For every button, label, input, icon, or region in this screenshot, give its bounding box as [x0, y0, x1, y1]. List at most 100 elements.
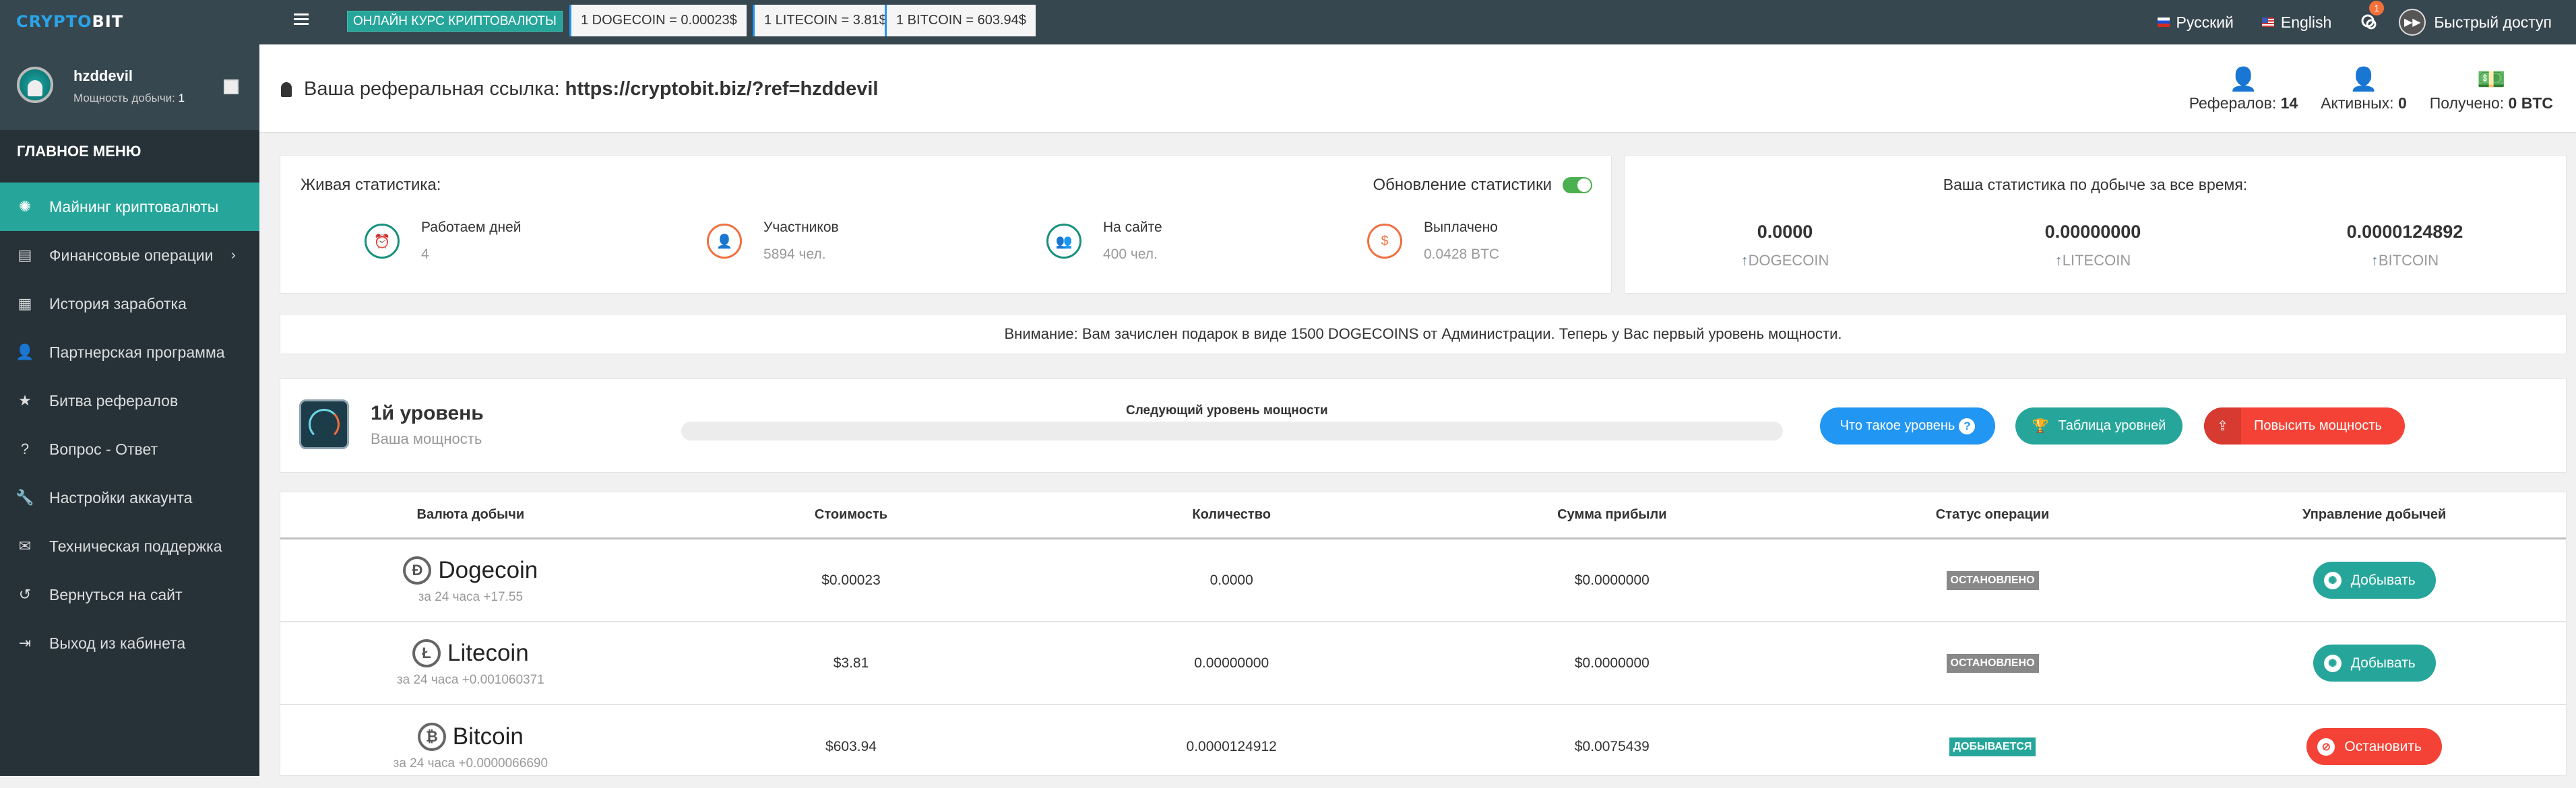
- level-subtitle: Ваша мощность: [371, 430, 482, 447]
- logout-icon: ⇥: [18, 634, 32, 651]
- table-row: Ð Dogecoin за 24 часа +17.55 $0.00023 0.00…: [280, 539, 2566, 622]
- alltime-title: Ваша статистика по добыче за все время:: [1943, 176, 2248, 193]
- lang-english[interactable]: English: [2261, 13, 2331, 32]
- sidebar-item-mining[interactable]: ✺ Майнинг криптовалюты: [0, 183, 259, 231]
- table-header: Валюта добычи Стоимость Количество Сумма…: [280, 492, 2566, 539]
- menu-title: ГЛАВНОЕ МЕНЮ: [17, 143, 142, 160]
- what-is-level-button[interactable]: Что такое уровень?: [1820, 407, 1995, 445]
- question-icon: ?: [1959, 418, 1976, 434]
- aperture-icon: ✺: [2323, 571, 2342, 589]
- sidebar-item-back-to-site[interactable]: ↺ Вернуться на сайт: [0, 570, 259, 619]
- wrench-icon: 🔧: [15, 489, 34, 506]
- user-add-icon: 👤: [2349, 67, 2379, 92]
- messages-button[interactable]: 1: [2360, 1, 2385, 32]
- litecoin-icon: Ł: [412, 638, 441, 667]
- rate-bitcoin: 1 BITCOIN = 603.94$: [885, 5, 1036, 36]
- question-icon: ?: [20, 440, 30, 457]
- top-bar: CRYPTOBIT ОНЛАЙН КУРС КРИПТОВАЛЮТЫ 1 DOG…: [0, 0, 2576, 44]
- aperture-icon: ✺: [2323, 654, 2342, 672]
- arrow-up-icon: ↑: [1740, 252, 1749, 269]
- coins-icon: $: [1367, 224, 1402, 259]
- received-amount: 💵 Получено: 0 BTC: [2430, 65, 2553, 112]
- levels-table-button[interactable]: 🏆 Таблица уровней: [2015, 407, 2182, 445]
- alltime-bitcoin: 0.0000124892 ↑BITCOIN: [2346, 222, 2463, 269]
- sidebar-item-support[interactable]: ✉ Техническая поддержка: [0, 522, 259, 570]
- profile-card-icon[interactable]: [224, 79, 239, 94]
- level-title: 1й уровень: [371, 402, 484, 424]
- user-profile: hzddevil Мощность добычи: 1: [0, 44, 259, 130]
- table-row: Ł Litecoin за 24 часа +0.001060371 $3.81 0…: [280, 622, 2566, 705]
- calendar-icon: ▦: [18, 295, 32, 312]
- status-badge: ОСТАНОВЛЕНО: [1946, 570, 2039, 590]
- hamburger-icon[interactable]: [294, 13, 309, 27]
- sidebar-item-referral-battle[interactable]: ★ Битва рефералов: [0, 376, 259, 425]
- level-progress-bar: [681, 422, 1783, 440]
- sidebar-item-partners[interactable]: 👤 Партнерская программа: [0, 328, 259, 376]
- aperture-icon: ✺: [18, 198, 32, 215]
- lang-russian[interactable]: Русский: [2157, 13, 2234, 32]
- sidebar-item-settings[interactable]: 🔧 Настройки аккаунта: [0, 473, 259, 522]
- start-mining-button[interactable]: ✺ Добывать: [2313, 562, 2436, 599]
- stop-mining-button[interactable]: ⊘ Остановить: [2306, 728, 2442, 765]
- sidebar-item-finance[interactable]: ▤ Финансовые операции ›: [0, 231, 259, 280]
- rates-label: ОНЛАЙН КУРС КРИПТОВАЛЮТЫ: [347, 11, 563, 32]
- alltime-dogecoin: 0.0000 ↑DOGECOIN: [1740, 222, 1829, 269]
- medal-icon: ★: [18, 392, 32, 409]
- referrals-count: 👤 Рефералов: 14: [2189, 65, 2298, 112]
- live-stats-card: Живая статистика: Обновление статистики …: [280, 155, 1612, 294]
- messages-badge: 1: [2369, 1, 2385, 15]
- username: hzddevil: [73, 67, 133, 84]
- status-badge: ДОБЫВАЕТСЯ: [1949, 737, 2036, 756]
- stat-days: ⏰ Работаем дней 4: [365, 220, 522, 263]
- arrow-up-icon: ↑: [2370, 252, 2379, 269]
- ban-icon: ⊘: [2317, 737, 2335, 756]
- upload-icon: ⇪: [2204, 407, 2241, 445]
- return-icon: ↺: [18, 586, 32, 603]
- start-mining-button[interactable]: ✺ Добывать: [2313, 645, 2436, 682]
- sidebar-item-history[interactable]: ▦ История заработка: [0, 280, 259, 328]
- quick-access-button[interactable]: ▶▶ Быстрый доступ: [2399, 9, 2552, 36]
- referral-url[interactable]: https://cryptobit.biz/?ref=hzddevil: [565, 78, 879, 100]
- status-badge: ОСТАНОВЛЕНО: [1946, 653, 2039, 673]
- wallet-icon: ▤: [18, 247, 32, 263]
- money-icon: 💵: [2477, 67, 2506, 92]
- user-check-icon: 👤: [2229, 67, 2258, 92]
- sidebar-item-faq[interactable]: ? Вопрос - Ответ: [0, 425, 259, 473]
- russia-flag-icon: [2157, 18, 2170, 27]
- stats-update-toggle[interactable]: [1563, 177, 1592, 193]
- next-level-label: Следующий уровень мощности: [1126, 403, 1328, 418]
- chat-bubbles-icon: [2361, 14, 2377, 30]
- fast-forward-icon: ▶▶: [2399, 9, 2426, 36]
- rate-dogecoin: 1 DOGECOIN = 0.00023$: [569, 5, 747, 36]
- user-icon: 👤: [15, 343, 34, 360]
- mining-power: Мощность добычи: 1: [73, 92, 185, 104]
- stat-members: 👤 Участников 5894 чел.: [707, 220, 839, 263]
- referral-link: Ваша реферальная ссылка: https://cryptobi…: [281, 78, 878, 100]
- level-panel: 1й уровень Ваша мощность Следующий урове…: [280, 379, 2567, 473]
- live-stats-title: Живая статистика:: [301, 176, 441, 194]
- mining-table: Валюта добычи Стоимость Количество Сумма…: [280, 492, 2567, 776]
- alltime-stats-card: Ваша статистика по добыче за все время: …: [1624, 155, 2567, 294]
- boost-power-button[interactable]: ⇪ Повысить мощность: [2204, 407, 2405, 445]
- usa-flag-icon: [2261, 18, 2274, 27]
- main-content: Ваша реферальная ссылка: https://cryptobi…: [259, 44, 2576, 776]
- chevron-right-icon: ›: [231, 247, 236, 263]
- people-icon: 👥: [1046, 224, 1081, 259]
- referral-bar: Ваша реферальная ссылка: https://cryptobi…: [259, 44, 2576, 133]
- active-count: 👤 Активных: 0: [2321, 65, 2407, 112]
- alarm-clock-icon: ⏰: [365, 224, 400, 259]
- dogecoin-icon: Ð: [403, 556, 432, 585]
- logo[interactable]: CRYPTOBIT: [16, 12, 123, 31]
- alltime-litecoin: 0.00000000 ↑LITECOIN: [2044, 222, 2141, 269]
- sidebar: hzddevil Мощность добычи: 1 ГЛАВНОЕ МЕНЮ…: [0, 44, 259, 776]
- avatar[interactable]: [17, 67, 53, 103]
- sidebar-item-logout[interactable]: ⇥ Выход из кабинета: [0, 619, 259, 667]
- envelope-icon: ✉: [18, 537, 32, 554]
- arrow-up-icon: ↑: [2054, 252, 2063, 269]
- gift-notice: Внимание: Вам зачислен подарок в виде 15…: [280, 314, 2567, 354]
- person-icon: [281, 81, 292, 97]
- bitcoin-icon: ₿: [417, 722, 446, 751]
- rate-litecoin: 1 LITECOIN = 3.81$: [753, 5, 896, 36]
- trophy-icon: 🏆: [2032, 419, 2049, 434]
- person-speed-icon: 👤: [707, 224, 742, 259]
